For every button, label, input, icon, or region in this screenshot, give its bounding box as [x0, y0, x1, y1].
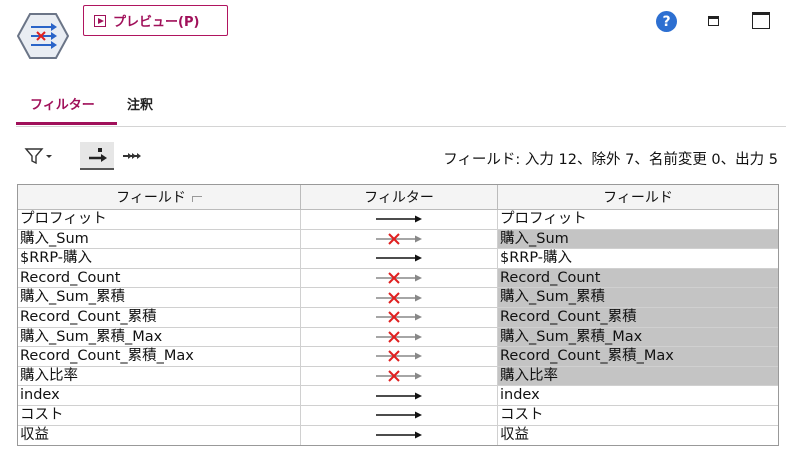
output-field-name[interactable]: Record_Count_累積_Max	[498, 347, 778, 367]
table-row[interactable]: 購入_Sum_累積_Max 購入_Sum_累積_Max	[18, 327, 778, 348]
input-field-name: Record_Count_累積	[18, 307, 301, 328]
sort-indicator-icon	[191, 196, 202, 202]
input-field-name: index	[18, 386, 301, 406]
header-output-field-label: フィールド	[603, 190, 673, 206]
filter-pass-arrow-icon[interactable]	[301, 249, 498, 269]
output-field-name[interactable]: 購入_Sum	[498, 229, 778, 250]
multi-arrow-button[interactable]	[118, 142, 148, 170]
table-row[interactable]: Record_Count_累積 Record_Count_累積	[18, 307, 778, 328]
minimize-icon[interactable]	[708, 16, 719, 26]
input-field-name: コスト	[18, 405, 301, 426]
header-input-field[interactable]: フィールド	[18, 185, 301, 209]
table-row[interactable]: index index	[18, 386, 778, 406]
table-body: プロフィット プロフィット 購入_Sum 購入_Sum $RRP-購入 $RRP-購入 Re…	[18, 210, 778, 446]
input-field-name: プロフィット	[18, 210, 301, 230]
preview-button-label: プレビュー(P)	[113, 15, 200, 30]
filter-excluded-arrow-icon[interactable]	[301, 366, 498, 387]
input-field-name: 購入_Sum_累積	[18, 288, 301, 308]
table-row[interactable]: 購入_Sum 購入_Sum	[18, 229, 778, 250]
table-row[interactable]: プロフィット プロフィット	[18, 210, 778, 230]
tab-annotation[interactable]: 注釈	[127, 94, 153, 113]
filter-pass-arrow-icon[interactable]	[301, 405, 498, 426]
field-summary: フィールド: 入力 12、除外 7、名前変更 0、出力 5	[443, 152, 778, 168]
table-row[interactable]: Record_Count_累積_Max Record_Count_累積_Max	[18, 347, 778, 367]
filter-pass-arrow-icon[interactable]	[301, 210, 498, 230]
output-field-name[interactable]: 収益	[498, 426, 778, 446]
header-output-field[interactable]: フィールド	[498, 185, 778, 209]
filter-pass-arrow-icon[interactable]	[301, 386, 498, 406]
output-field-name[interactable]: index	[498, 386, 778, 406]
table-row[interactable]: Record_Count Record_Count	[18, 268, 778, 289]
tab-filter[interactable]: フィルター	[30, 94, 95, 113]
output-field-name[interactable]: 購入_Sum_累積	[498, 288, 778, 308]
output-field-name[interactable]: プロフィット	[498, 210, 778, 230]
output-field-name[interactable]: Record_Count_累積	[498, 307, 778, 328]
filter-funnel-icon[interactable]	[24, 146, 54, 166]
input-field-name: 購入比率	[18, 366, 301, 387]
filter-excluded-arrow-icon[interactable]	[301, 268, 498, 289]
preview-button[interactable]: プレビュー(P)	[83, 5, 228, 36]
header-filter-label: フィルター	[364, 190, 434, 206]
header-filter[interactable]: フィルター	[301, 185, 498, 209]
table-row[interactable]: 収益 収益	[18, 425, 778, 446]
output-field-name[interactable]: $RRP-購入	[498, 249, 778, 269]
input-field-name: $RRP-購入	[18, 249, 301, 269]
tab-bar: フィルター 注釈	[16, 86, 786, 127]
output-field-name[interactable]: コスト	[498, 406, 778, 426]
filter-excluded-arrow-icon[interactable]	[301, 288, 498, 308]
table-row[interactable]: 購入比率 購入比率	[18, 366, 778, 387]
play-icon	[94, 14, 106, 27]
filter-excluded-arrow-icon[interactable]	[301, 229, 498, 250]
field-filter-table: フィールド フィルター フィールド プロフィット プロフィット 購入_Sum 購入_S…	[17, 184, 779, 447]
filter-excluded-arrow-icon[interactable]	[301, 347, 498, 367]
table-row[interactable]: 購入_Sum_累積 購入_Sum_累積	[18, 288, 778, 308]
output-field-name[interactable]: 購入_Sum_累積_Max	[498, 327, 778, 348]
filter-pass-arrow-icon[interactable]	[301, 425, 498, 446]
help-icon[interactable]: ?	[656, 11, 677, 32]
output-field-name[interactable]: 購入比率	[498, 366, 778, 387]
table-header: フィールド フィルター フィールド	[18, 185, 778, 210]
field-reorder-button[interactable]	[80, 142, 114, 170]
filter-excluded-arrow-icon[interactable]	[301, 327, 498, 348]
output-field-name[interactable]: Record_Count	[498, 268, 778, 289]
input-field-name: Record_Count_累積_Max	[18, 347, 301, 367]
input-field-name: 購入_Sum	[18, 229, 301, 250]
header-input-field-label: フィールド	[116, 190, 186, 206]
active-tab-indicator	[16, 122, 117, 125]
input-field-name: 収益	[18, 425, 301, 446]
maximize-icon[interactable]	[752, 12, 770, 29]
input-field-name: Record_Count	[18, 268, 301, 289]
table-row[interactable]: コスト コスト	[18, 405, 778, 426]
filter-node-icon	[17, 12, 69, 60]
input-field-name: 購入_Sum_累積_Max	[18, 327, 301, 348]
table-row[interactable]: $RRP-購入 $RRP-購入	[18, 249, 778, 269]
filter-excluded-arrow-icon[interactable]	[301, 307, 498, 328]
